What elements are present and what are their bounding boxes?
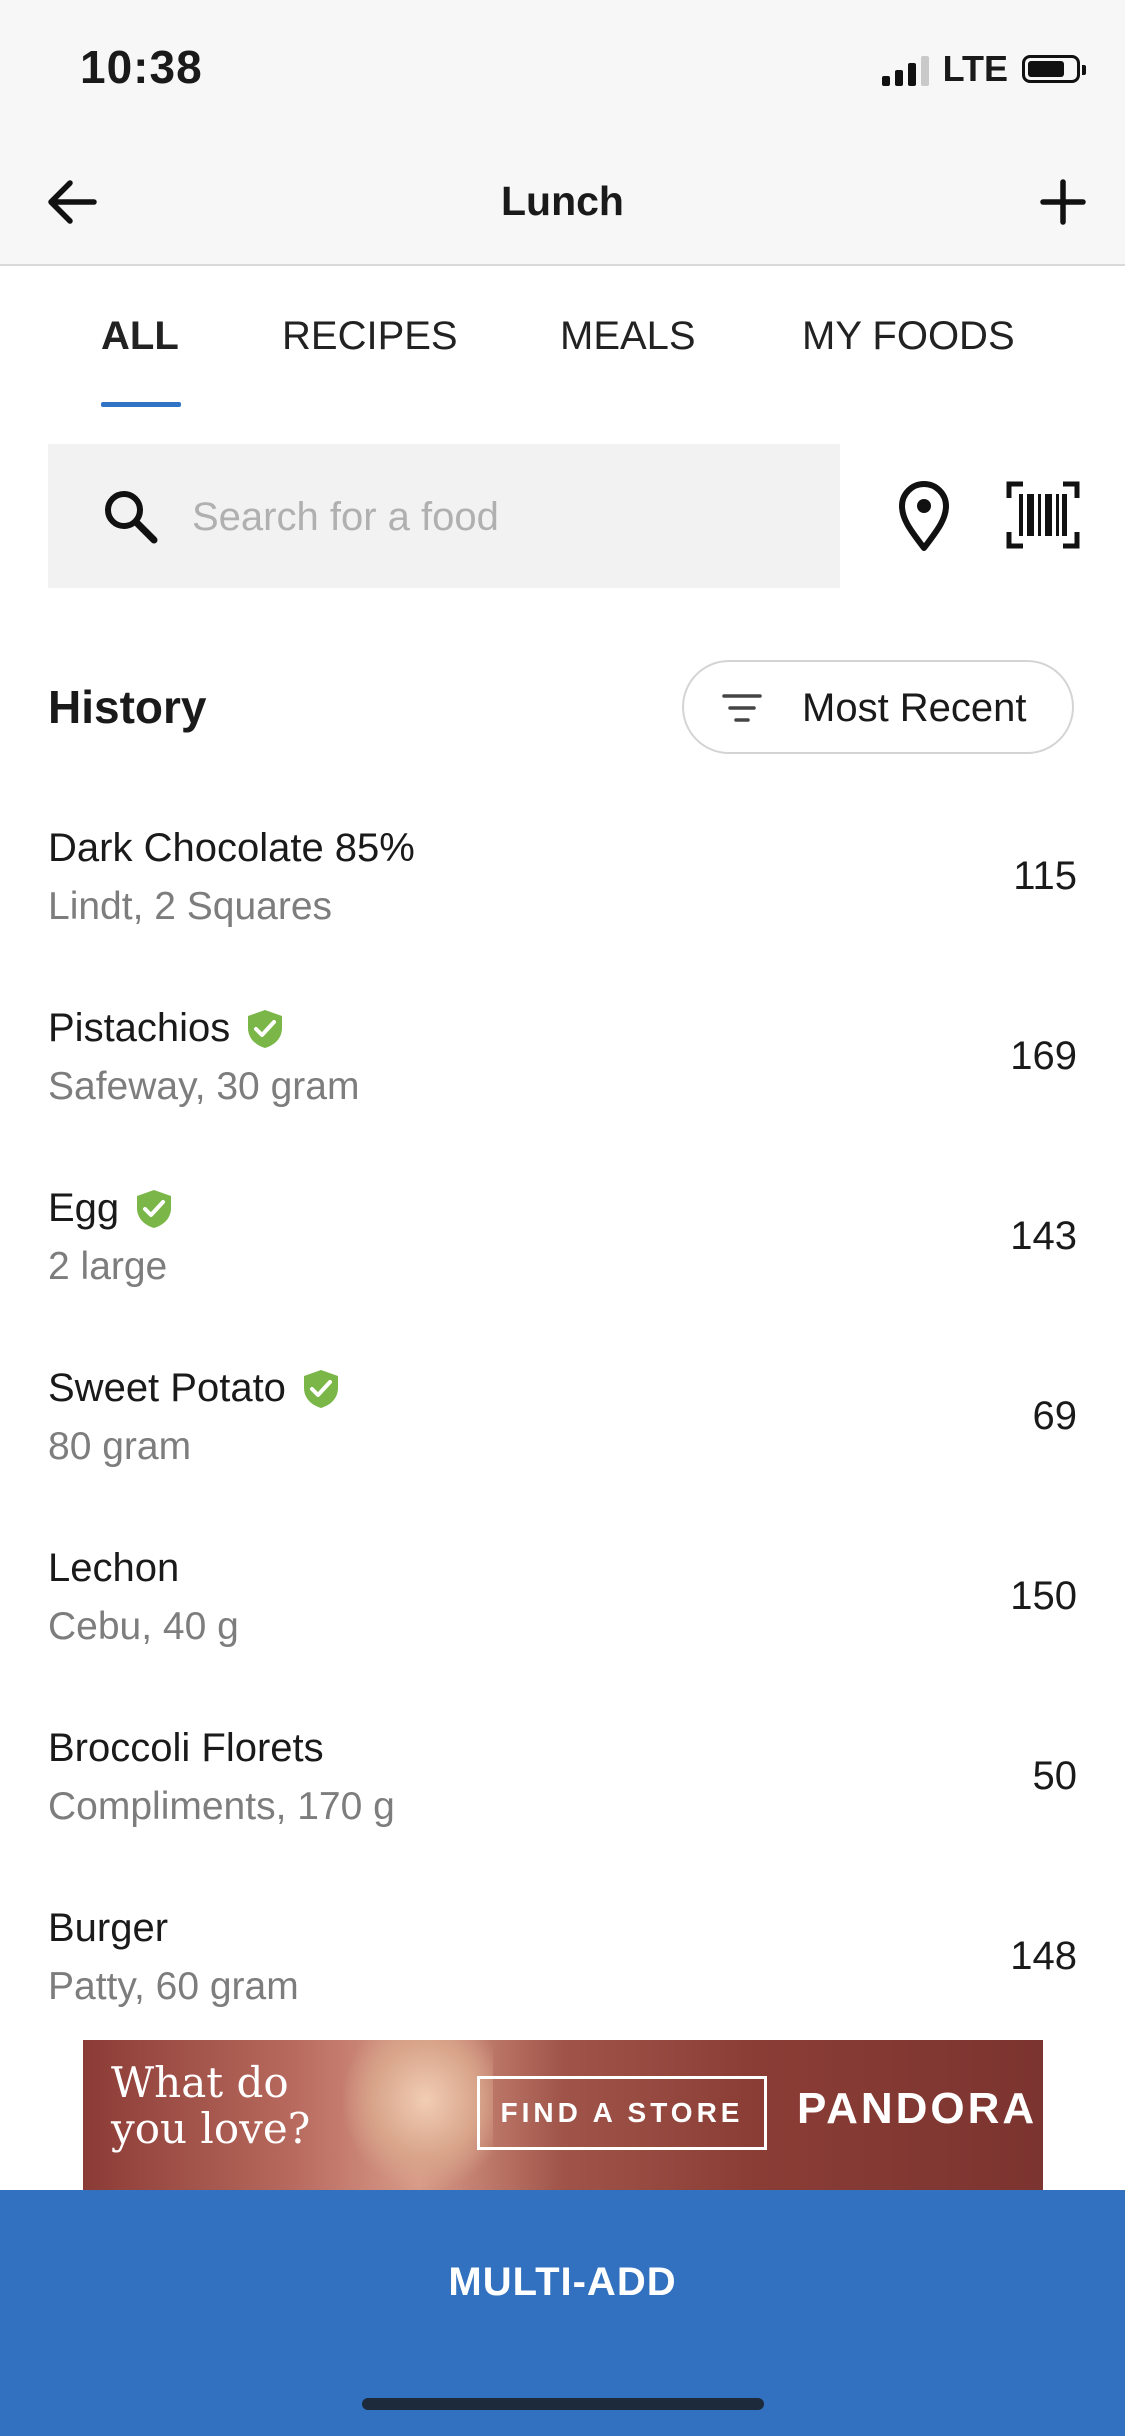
verified-check-icon: [248, 1009, 283, 1048]
ad-headline-line2: you love?: [111, 2104, 311, 2153]
battery-icon: [1022, 55, 1086, 83]
food-name-row: Burger: [48, 1906, 168, 1951]
filter-icon: [722, 694, 762, 722]
food-item-sweet-potato[interactable]: Sweet Potato 80 gram 69: [0, 1326, 1125, 1506]
food-name: Broccoli Florets: [48, 1726, 324, 1770]
tab-bar: ALL RECIPES MEALS MY FOODS: [0, 266, 1125, 416]
food-name: Lechon: [48, 1546, 180, 1590]
barcode-scan-icon[interactable]: [1005, 480, 1081, 550]
search-icon: [105, 491, 158, 544]
verified-check-icon: [137, 1189, 172, 1228]
food-name: Dark Chocolate 85%: [48, 826, 415, 870]
tab-my-foods[interactable]: MY FOODS: [802, 314, 1015, 359]
food-name: Burger: [48, 1906, 169, 1950]
food-calories: 115: [1013, 854, 1077, 898]
food-description: Cebu, 40 g: [48, 1605, 239, 1648]
nav-bar: Lunch: [0, 140, 1125, 266]
food-name-row: Dark Chocolate 85%: [48, 826, 415, 871]
food-calories: 50: [1032, 1754, 1078, 1798]
status-time: 10:38: [80, 41, 203, 93]
home-indicator: [362, 2398, 764, 2410]
food-item-dark-chocolate[interactable]: Dark Chocolate 85% Lindt, 2 Squares 115: [0, 786, 1125, 966]
food-name: Egg: [48, 1186, 120, 1230]
status-bar: 10:38 LTE: [0, 0, 1125, 140]
ad-banner[interactable]: What do you love? FIND A STORE PANDORA: [83, 2040, 1043, 2190]
network-type: LTE: [942, 48, 1008, 89]
signal-icon: [881, 52, 929, 86]
search-bar[interactable]: [48, 444, 840, 590]
tab-recipes[interactable]: RECIPES: [282, 314, 458, 359]
food-name-row: Lechon: [48, 1546, 179, 1591]
history-heading: History: [48, 681, 207, 733]
food-calories: 148: [1010, 1934, 1077, 1978]
ad-brand-logo: PANDORA: [797, 2084, 1038, 2133]
page-title: Lunch: [501, 178, 624, 224]
ad-headline-line1: What do: [111, 2058, 289, 2107]
food-calories: 69: [1032, 1394, 1078, 1438]
active-tab-indicator: [101, 402, 181, 407]
food-description: 2 large: [48, 1245, 168, 1288]
status-indicators: LTE: [881, 48, 1086, 90]
food-name: Sweet Potato: [48, 1366, 286, 1410]
food-description: Lindt, 2 Squares: [48, 885, 333, 928]
food-calories: 143: [1010, 1214, 1077, 1258]
food-item-egg[interactable]: Egg 2 large 143: [0, 1146, 1125, 1326]
tab-meals[interactable]: MEALS: [560, 314, 696, 359]
food-history-list: Dark Chocolate 85% Lindt, 2 Squares 115 …: [0, 786, 1125, 2046]
food-name: Pistachios: [48, 1006, 231, 1050]
ad-model-image: [343, 2040, 493, 2190]
location-pin-icon[interactable]: [888, 478, 960, 554]
sort-button[interactable]: Most Recent: [682, 660, 1074, 754]
verified-check-icon: [303, 1369, 338, 1408]
food-name-row: Broccoli Florets: [48, 1726, 324, 1771]
food-calories: 169: [1010, 1034, 1077, 1078]
food-description: Patty, 60 gram: [48, 1965, 299, 2008]
food-item-burger[interactable]: Burger Patty, 60 gram 148: [0, 1866, 1125, 2046]
multi-add-label: MULTI-ADD: [448, 2260, 677, 2304]
food-item-pistachios[interactable]: Pistachios Safeway, 30 gram 169: [0, 966, 1125, 1146]
food-item-lechon[interactable]: Lechon Cebu, 40 g 150: [0, 1506, 1125, 1686]
food-name-row: Egg: [48, 1186, 175, 1231]
food-description: Compliments, 170 g: [48, 1785, 395, 1828]
food-description: Safeway, 30 gram: [48, 1065, 360, 1108]
food-item-broccoli-florets[interactable]: Broccoli Florets Compliments, 170 g 50: [0, 1686, 1125, 1866]
ad-headline: What do you love?: [111, 2060, 310, 2152]
food-description: 80 gram: [48, 1425, 192, 1468]
food-name-row: Pistachios: [48, 1006, 286, 1051]
food-calories: 150: [1010, 1574, 1077, 1618]
food-name-row: Sweet Potato: [48, 1366, 342, 1411]
sort-label: Most Recent: [802, 686, 1027, 730]
plus-icon[interactable]: [1031, 170, 1095, 234]
ad-find-store-button[interactable]: FIND A STORE: [477, 2076, 767, 2150]
search-input[interactable]: [190, 444, 814, 590]
tab-all[interactable]: ALL: [101, 314, 179, 359]
